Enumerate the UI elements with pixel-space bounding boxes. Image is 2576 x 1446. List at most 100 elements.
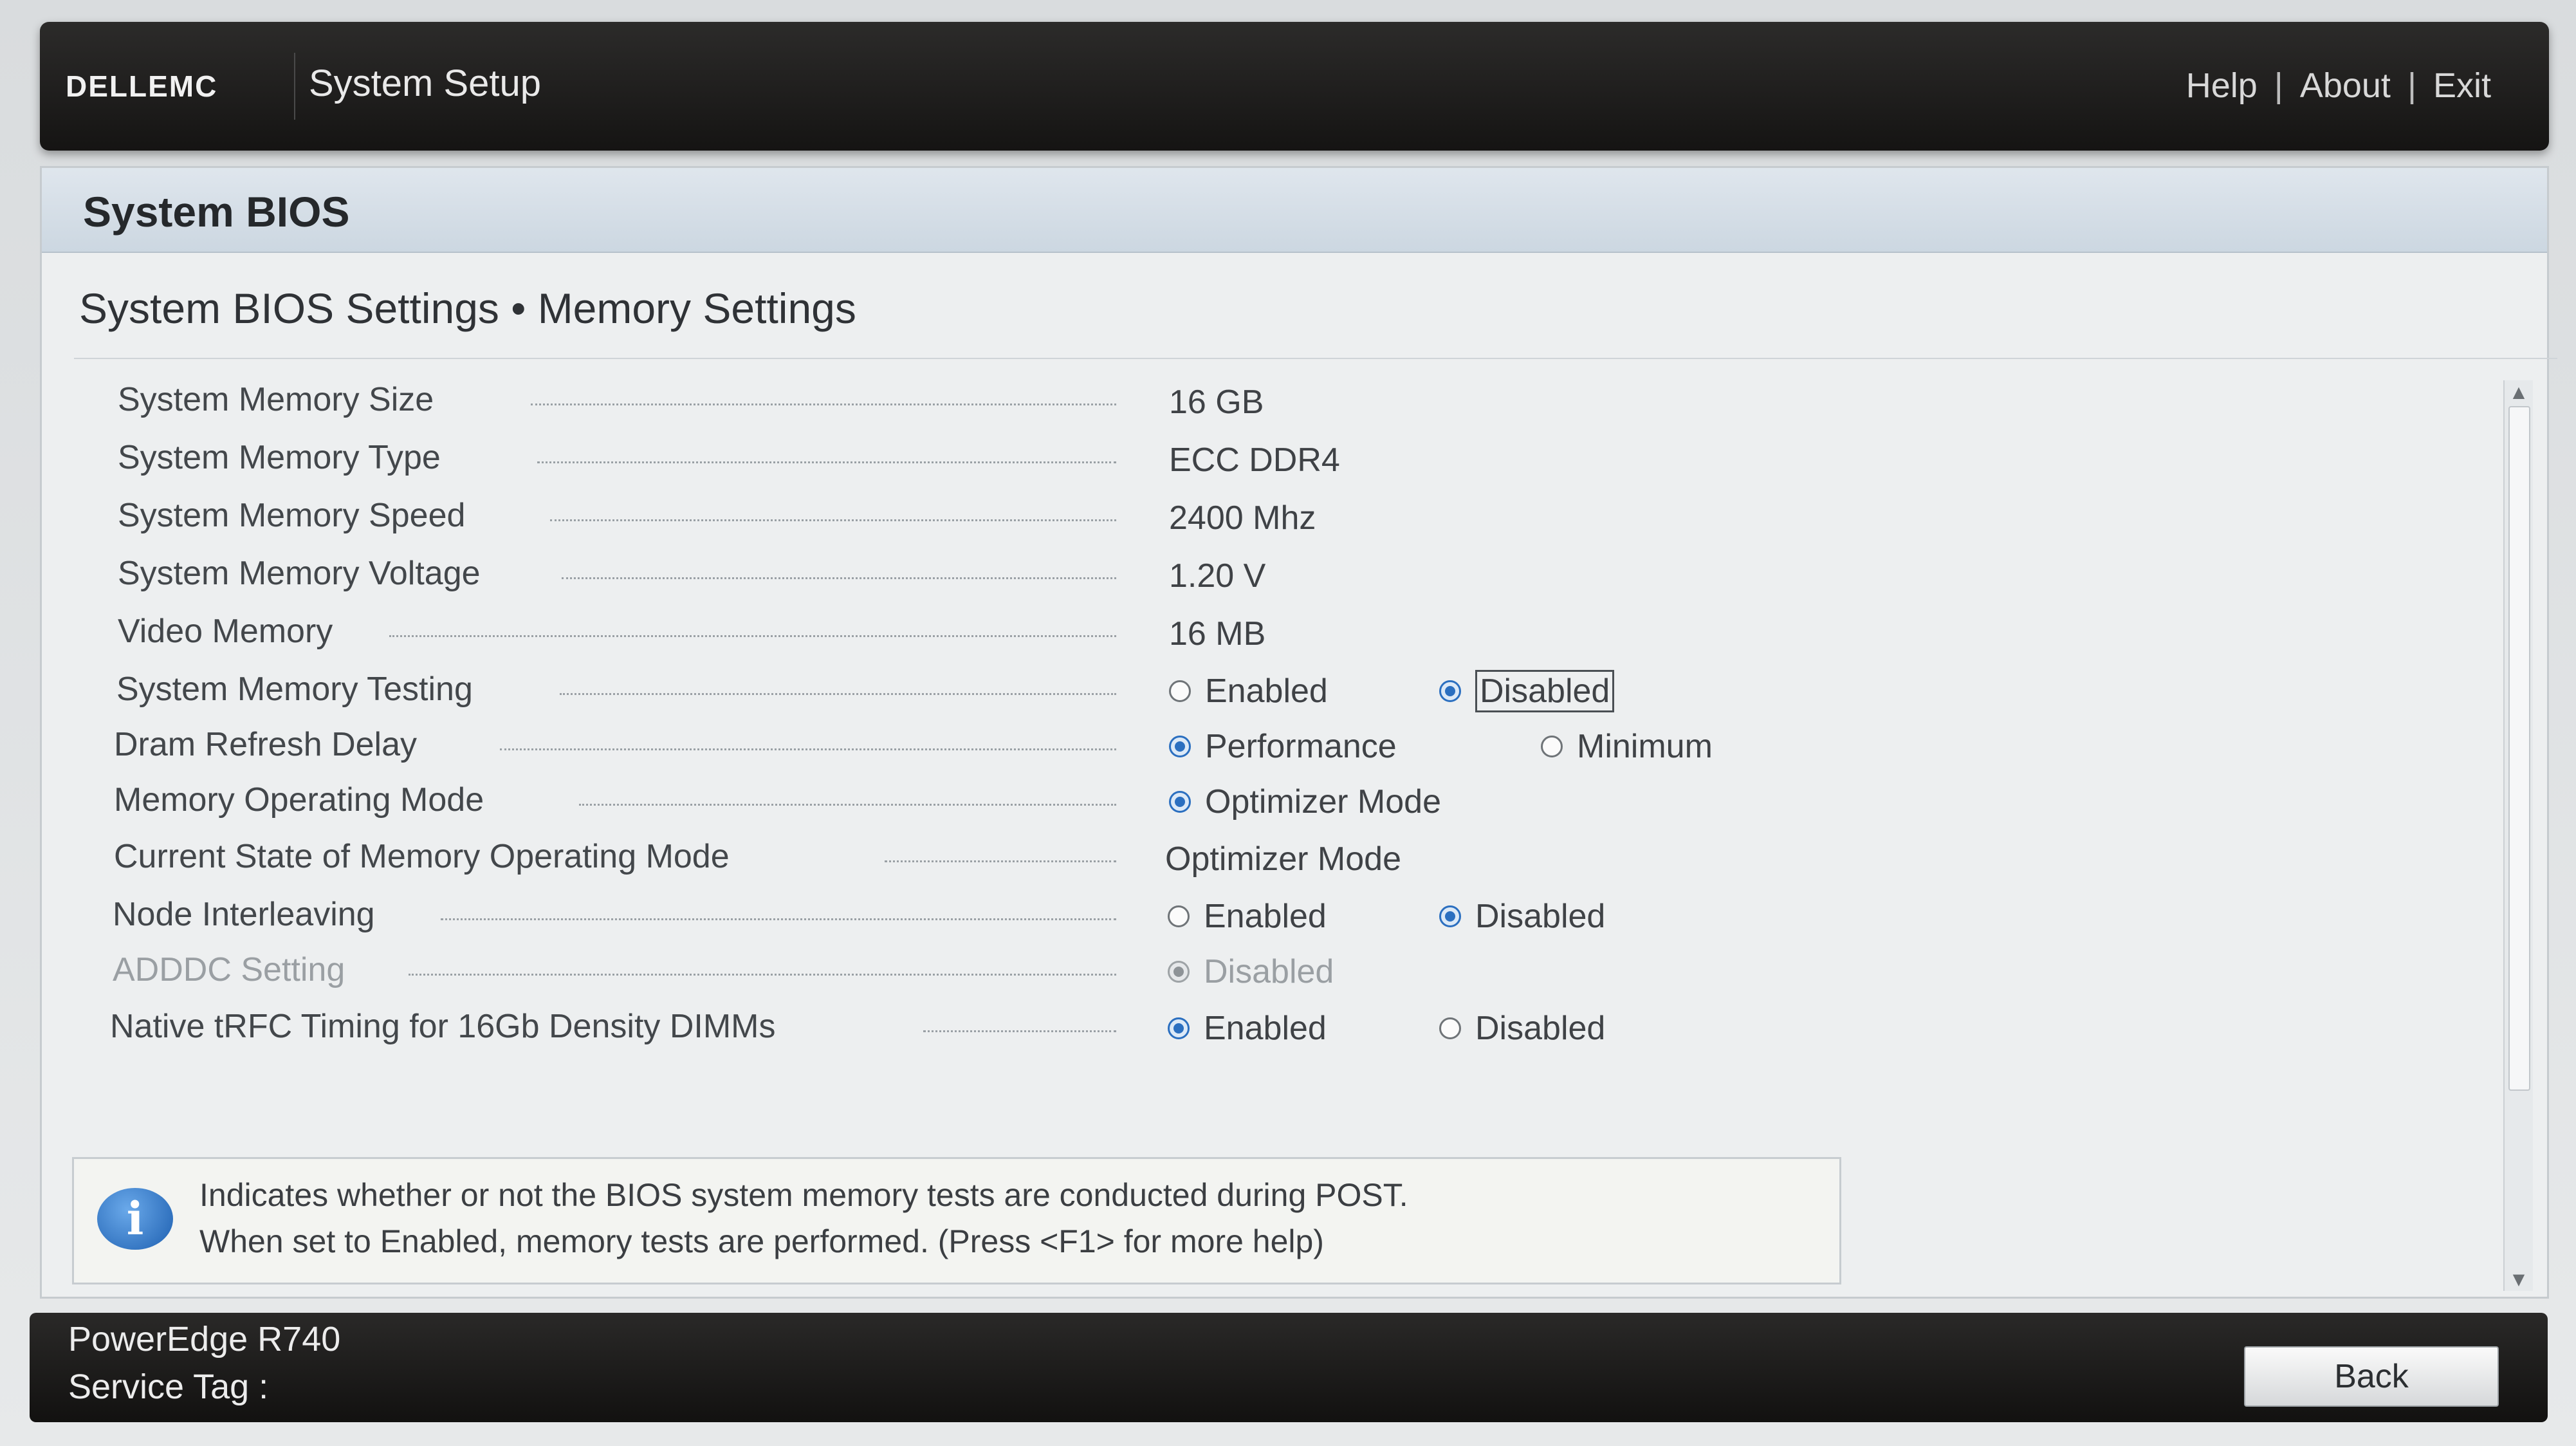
top-links: Help | About | Exit: [2186, 66, 2491, 106]
leader-dots: [531, 403, 1116, 405]
setting-label: Dram Refresh Delay: [114, 726, 418, 763]
leader-dots: [389, 635, 1116, 637]
dell-emc-logo: DELLEMC: [66, 70, 218, 103]
radio-disabled[interactable]: Disabled: [1439, 1006, 1605, 1051]
setting-label: Video Memory: [118, 613, 333, 650]
radio-enabled[interactable]: Enabled: [1168, 894, 1327, 939]
footer-bar: PowerEdge R740 Service Tag : Back: [30, 1313, 2548, 1422]
setting-row-current-state: Current State of Memory Operating Mode O…: [42, 831, 2525, 889]
radio-selected-icon: [1168, 961, 1190, 983]
help-text: Indicates whether or not the BIOS system…: [199, 1172, 1821, 1265]
radio-enabled[interactable]: Enabled: [1168, 1006, 1327, 1051]
radio-disabled[interactable]: Disabled: [1439, 669, 1615, 714]
radio-enabled[interactable]: Enabled: [1169, 669, 1328, 714]
radio-selected-icon: [1439, 680, 1461, 702]
setting-label: ADDDC Setting: [113, 951, 345, 988]
setting-label: System Memory Speed: [118, 497, 466, 534]
radio-selected-icon: [1439, 905, 1461, 927]
setting-value: 1.20 V: [1169, 557, 1266, 595]
setting-row-memory-size: System Memory Size 16 GB: [42, 374, 2525, 432]
breadcrumb-divider: [74, 358, 2557, 359]
main-panel: System BIOS System BIOS Settings • Memor…: [40, 166, 2557, 1299]
radio-label: Enabled: [1204, 1010, 1327, 1047]
leader-dots: [500, 748, 1116, 750]
setting-value: 16 MB: [1169, 615, 1266, 653]
radio-label: Optimizer Mode: [1205, 783, 1441, 820]
radio-label: Enabled: [1205, 672, 1328, 710]
leader-dots: [579, 804, 1116, 806]
radio-selected-icon: [1169, 736, 1191, 757]
link-separator: |: [2407, 66, 2416, 105]
system-model: PowerEdge R740: [68, 1320, 341, 1358]
setting-label: System Memory Size: [118, 381, 434, 418]
setting-row-memory-testing: System Memory Testing Enabled Disabled: [42, 663, 2525, 721]
radio-label: Performance: [1205, 728, 1397, 765]
scroll-down-icon[interactable]: ▼: [2510, 1270, 2528, 1288]
leader-dots: [562, 577, 1116, 579]
scroll-thumb[interactable]: [2508, 406, 2530, 1091]
exit-link[interactable]: Exit: [2433, 66, 2491, 106]
setting-row-memory-type: System Memory Type ECC DDR4: [42, 432, 2525, 490]
help-line-1: Indicates whether or not the BIOS system…: [199, 1177, 1408, 1213]
radio-disabled[interactable]: Disabled: [1439, 894, 1605, 939]
app-title: System Setup: [309, 62, 542, 104]
breadcrumb: System BIOS Settings • Memory Settings: [79, 284, 856, 332]
about-link[interactable]: About: [2300, 66, 2391, 106]
setting-value: ECC DDR4: [1169, 441, 1340, 479]
back-button[interactable]: Back: [2244, 1346, 2499, 1407]
setting-row-memory-speed: System Memory Speed 2400 Mhz: [42, 490, 2525, 548]
radio-optimizer-mode[interactable]: Optimizer Mode: [1169, 779, 1441, 824]
setting-row-node-interleaving: Node Interleaving Enabled Disabled: [42, 889, 2525, 947]
radio-label: Disabled: [1475, 1010, 1606, 1047]
settings-list: System Memory Size 16 GB System Memory T…: [42, 361, 2525, 1281]
radio-selected-icon: [1169, 791, 1191, 813]
setting-row-dram-refresh: Dram Refresh Delay Performance Minimum: [42, 719, 2525, 777]
help-line-2: When set to Enabled, memory tests are pe…: [199, 1223, 1324, 1259]
radio-performance[interactable]: Performance: [1169, 724, 1397, 769]
leader-dots: [923, 1030, 1116, 1032]
setting-row-video-memory: Video Memory 16 MB: [42, 606, 2525, 663]
setting-row-operating-mode: Memory Operating Mode Optimizer Mode: [42, 774, 2525, 832]
leader-dots: [885, 860, 1116, 862]
page-title: System BIOS: [83, 188, 350, 236]
setting-label: Native tRFC Timing for 16Gb Density DIMM…: [110, 1008, 776, 1045]
help-link[interactable]: Help: [2186, 66, 2258, 106]
setting-label: System Memory Type: [118, 439, 441, 476]
scrollbar[interactable]: ▲ ▼: [2503, 380, 2533, 1291]
radio-unselected-icon: [1169, 680, 1191, 702]
panel-header: System BIOS: [42, 168, 2547, 253]
info-icon: i: [97, 1188, 173, 1250]
setting-row-adddc: ADDDC Setting Disabled: [42, 944, 2525, 1002]
radio-minimum[interactable]: Minimum: [1541, 724, 1713, 769]
setting-label: System Memory Voltage: [118, 555, 481, 592]
leader-dots: [550, 519, 1116, 521]
setting-value: 16 GB: [1169, 384, 1264, 421]
setting-label: Node Interleaving: [113, 896, 375, 933]
setting-row-memory-voltage: System Memory Voltage 1.20 V: [42, 548, 2525, 606]
service-tag: Service Tag :: [68, 1367, 269, 1406]
radio-selected-icon: [1168, 1017, 1190, 1039]
link-separator: |: [2274, 66, 2283, 105]
setting-value: Optimizer Mode: [1165, 840, 1401, 878]
top-bar: DELLEMC System Setup Help | About | Exit: [40, 22, 2549, 151]
setting-label: System Memory Testing: [116, 671, 473, 708]
setting-label: Memory Operating Mode: [114, 781, 484, 819]
radio-label: Enabled: [1204, 898, 1327, 935]
radio-unselected-icon: [1168, 905, 1190, 927]
scroll-up-icon[interactable]: ▲: [2510, 383, 2528, 401]
setting-value: 2400 Mhz: [1169, 499, 1316, 537]
leader-dots: [560, 693, 1116, 695]
setting-label: Current State of Memory Operating Mode: [114, 838, 730, 875]
help-box: i Indicates whether or not the BIOS syst…: [72, 1157, 1841, 1284]
radio-label: Disabled: [1204, 953, 1334, 990]
radio-unselected-icon: [1439, 1017, 1461, 1039]
logo-divider: [294, 53, 295, 120]
screen: DELLEMC System Setup Help | About | Exit…: [0, 0, 2576, 1446]
radio-disabled-greyed: Disabled: [1168, 949, 1334, 994]
leader-dots: [409, 974, 1116, 976]
radio-label-focused: Disabled: [1475, 670, 1615, 712]
setting-row-native-trfc: Native tRFC Timing for 16Gb Density DIMM…: [42, 1001, 2525, 1059]
radio-label: Minimum: [1577, 728, 1713, 765]
leader-dots: [537, 461, 1116, 463]
radio-unselected-icon: [1541, 736, 1563, 757]
